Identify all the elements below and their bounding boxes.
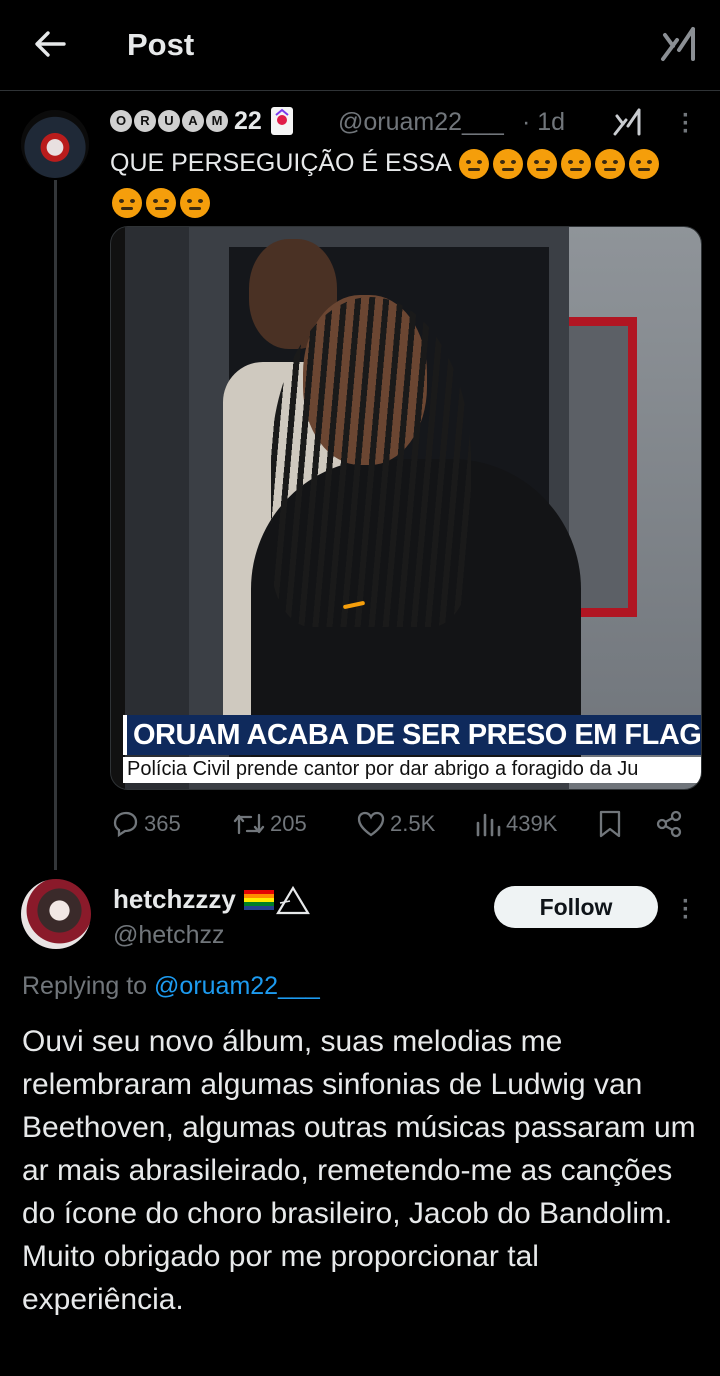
angry-face-icon — [180, 188, 210, 219]
replying-to-label: Replying to — [22, 972, 148, 1000]
angry-face-icon — [629, 149, 660, 180]
angry-face-icon — [527, 149, 558, 180]
author-suffix: 22 — [234, 106, 262, 135]
news-headline: ORUAM ACABA DE SER PRESO EM FLAGR — [133, 719, 702, 751]
share-icon[interactable] — [654, 809, 684, 839]
views-count: 439K — [506, 811, 558, 836]
reply-author-name[interactable]: hetchzzzy — [113, 884, 310, 915]
views-icon — [476, 813, 501, 837]
author-letter: A — [182, 110, 204, 132]
post-time[interactable]: · 1d — [522, 108, 565, 137]
triangle-icon — [275, 885, 310, 914]
like-action[interactable]: 2.5K — [356, 804, 435, 844]
like-icon — [357, 811, 385, 837]
like-count: 2.5K — [390, 811, 436, 836]
follow-button[interactable]: Follow — [494, 886, 658, 928]
author-letter: R — [134, 110, 156, 132]
grok-icon[interactable] — [660, 26, 696, 62]
post-image[interactable]: ORUAM ACABA DE SER PRESO EM FLAGR Políci… — [110, 226, 702, 790]
angry-face-icon — [146, 188, 176, 219]
page-title: Post — [127, 27, 195, 62]
avatar[interactable] — [21, 879, 91, 949]
reply-icon — [113, 811, 138, 838]
post-text-content: QUE PERSEGUIÇÃO É ESSA — [110, 149, 451, 177]
angry-face-icon — [459, 149, 490, 180]
rainbow-flag-icon — [243, 889, 274, 910]
author-letter: O — [110, 110, 132, 132]
bookmark-icon[interactable] — [596, 809, 624, 839]
reply-author-handle[interactable]: @hetchzz — [113, 921, 225, 950]
angry-face-icon — [595, 149, 626, 180]
thread-line — [54, 180, 57, 870]
image-person — [271, 297, 471, 627]
avatar[interactable] — [21, 110, 89, 178]
views-action[interactable]: 439K — [474, 804, 557, 844]
author-letter: M — [206, 110, 228, 132]
author-handle[interactable]: @oruam22___ — [338, 108, 504, 137]
grok-icon[interactable] — [612, 108, 642, 136]
repost-icon — [233, 813, 265, 835]
reply-action[interactable]: 365 — [110, 804, 181, 844]
news-subheadline: Polícia Civil prende cantor por dar abri… — [127, 758, 639, 780]
back-arrow-icon[interactable] — [30, 24, 70, 64]
angry-face-icon — [493, 149, 524, 180]
angry-face-icon — [112, 188, 142, 219]
more-icon[interactable]: · · · — [682, 104, 690, 144]
reply-author-label: hetchzzzy — [113, 884, 236, 914]
replying-to: Replying to @oruam22___ — [22, 972, 320, 1001]
top-bar: Post — [0, 0, 720, 91]
more-icon[interactable]: · · · — [682, 890, 690, 930]
joker-card-icon — [270, 107, 293, 135]
post-text: QUE PERSEGUIÇÃO É ESSA — [110, 144, 700, 222]
reply-text: Ouvi seu novo álbum, suas melodias me re… — [22, 1025, 696, 1316]
repost-count: 205 — [270, 811, 307, 836]
repost-action[interactable]: 205 — [232, 804, 307, 844]
reply-count: 365 — [144, 811, 181, 836]
author-name[interactable]: O R U A M 22 — [110, 106, 294, 136]
replying-to-handle[interactable]: @oruam22___ — [154, 972, 320, 1000]
author-letter: U — [158, 110, 180, 132]
angry-face-icon — [561, 149, 592, 180]
